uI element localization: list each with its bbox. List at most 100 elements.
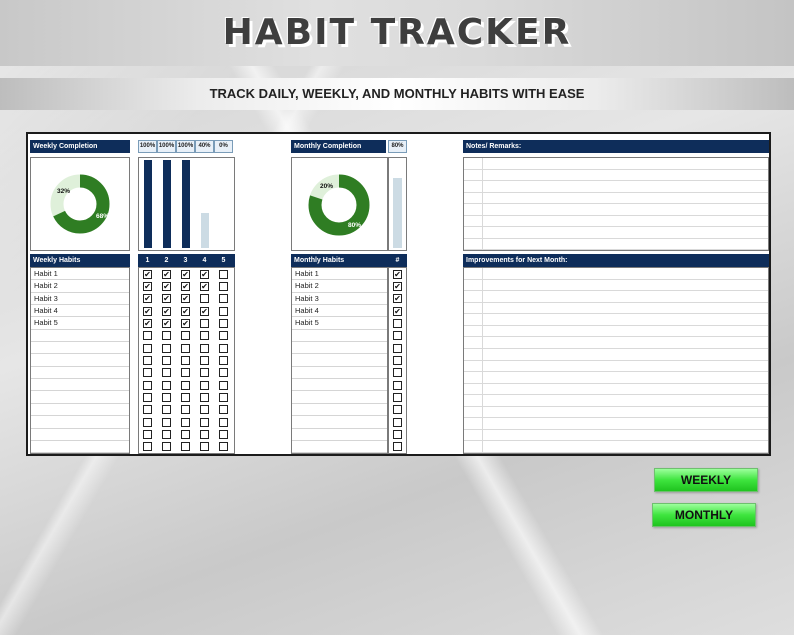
monthly-habit-row[interactable]: Habit 1 [292, 268, 387, 281]
weekly-checkbox[interactable] [219, 368, 228, 378]
weekly-checkbox[interactable] [143, 417, 152, 427]
monthly-habit-row[interactable] [292, 330, 387, 343]
weekly-checkbox[interactable] [219, 281, 228, 291]
weekly-checkbox[interactable] [181, 331, 190, 341]
monthly-habit-row[interactable] [292, 392, 387, 404]
weekly-habit-row[interactable] [31, 367, 129, 380]
weekly-checkbox[interactable]: ✔ [181, 281, 190, 291]
weekly-habit-row[interactable] [31, 416, 129, 429]
weekly-checkbox[interactable] [219, 430, 228, 440]
weekly-checkbox[interactable] [181, 343, 190, 353]
weekly-checkbox[interactable] [219, 355, 228, 365]
weekly-checkbox[interactable] [219, 343, 228, 353]
weekly-checkbox[interactable]: ✔ [143, 318, 152, 328]
monthly-checkbox[interactable] [393, 331, 402, 341]
monthly-habit-row[interactable] [292, 404, 387, 417]
weekly-checkbox[interactable] [162, 380, 171, 390]
weekly-checkbox[interactable] [200, 331, 209, 341]
weekly-habit-row[interactable]: Habit 4 [31, 305, 129, 318]
weekly-checkbox[interactable] [162, 442, 171, 452]
weekly-checkbox[interactable]: ✔ [143, 281, 152, 291]
monthly-checkbox[interactable] [393, 318, 402, 328]
weekly-checkbox[interactable]: ✔ [143, 294, 152, 304]
weekly-checkbox[interactable]: ✔ [162, 294, 171, 304]
monthly-checkbox[interactable]: ✔ [393, 294, 402, 304]
weekly-habit-row[interactable]: Habit 3 [31, 293, 129, 306]
weekly-checkbox[interactable] [162, 405, 171, 415]
monthly-checkbox[interactable] [393, 430, 402, 440]
weekly-checkbox[interactable] [181, 368, 190, 378]
weekly-checkbox[interactable]: ✔ [162, 318, 171, 328]
monthly-checkbox[interactable] [393, 417, 402, 427]
weekly-habit-row[interactable]: Habit 1 [31, 268, 129, 281]
monthly-habit-row[interactable] [292, 367, 387, 380]
weekly-checkbox[interactable]: ✔ [162, 306, 171, 316]
weekly-checkbox[interactable] [219, 393, 228, 402]
weekly-checkbox[interactable]: ✔ [181, 269, 190, 279]
weekly-checkbox[interactable]: ✔ [200, 281, 209, 291]
weekly-habit-row[interactable] [31, 429, 129, 441]
weekly-checkbox[interactable] [181, 430, 190, 440]
weekly-checkbox[interactable] [200, 430, 209, 440]
monthly-checkbox[interactable] [393, 355, 402, 365]
weekly-checkbox[interactable] [181, 393, 190, 402]
weekly-checkbox[interactable] [181, 380, 190, 390]
weekly-checkbox[interactable] [219, 405, 228, 415]
weekly-checkbox[interactable] [162, 355, 171, 365]
weekly-checkbox[interactable] [181, 417, 190, 427]
weekly-checkbox[interactable] [143, 442, 152, 452]
weekly-checkbox[interactable] [219, 318, 228, 328]
weekly-checkbox[interactable] [200, 294, 209, 304]
weekly-checkbox[interactable] [143, 393, 152, 402]
weekly-checkbox[interactable] [162, 368, 171, 378]
weekly-habit-row[interactable] [31, 330, 129, 343]
weekly-habit-row[interactable] [31, 441, 129, 454]
monthly-checkbox[interactable] [393, 343, 402, 353]
weekly-checkbox[interactable] [143, 405, 152, 415]
weekly-checkbox[interactable] [200, 380, 209, 390]
weekly-checkbox[interactable] [219, 331, 228, 341]
monthly-habit-row[interactable] [292, 342, 387, 355]
monthly-habit-row[interactable] [292, 416, 387, 429]
weekly-checkbox[interactable]: ✔ [162, 269, 171, 279]
weekly-checkbox[interactable] [200, 442, 209, 452]
monthly-habit-row[interactable] [292, 429, 387, 441]
weekly-checkbox[interactable] [200, 417, 209, 427]
monthly-button[interactable]: MONTHLY [652, 503, 756, 527]
weekly-checkbox[interactable] [200, 355, 209, 365]
weekly-checkbox[interactable] [143, 343, 152, 353]
notes-area[interactable] [463, 157, 769, 251]
weekly-checkbox[interactable] [219, 380, 228, 390]
monthly-habit-row[interactable] [292, 379, 387, 392]
weekly-checkbox[interactable]: ✔ [181, 318, 190, 328]
weekly-checkbox[interactable] [143, 331, 152, 341]
weekly-checkbox[interactable] [200, 368, 209, 378]
weekly-checkbox[interactable]: ✔ [181, 306, 190, 316]
monthly-habit-row[interactable] [292, 441, 387, 454]
weekly-checkbox[interactable] [219, 417, 228, 427]
weekly-checkbox[interactable] [219, 442, 228, 452]
monthly-checkbox[interactable] [393, 393, 402, 402]
weekly-checkbox[interactable]: ✔ [181, 294, 190, 304]
weekly-button[interactable]: WEEKLY [654, 468, 758, 492]
weekly-checkbox[interactable] [181, 355, 190, 365]
weekly-checkbox[interactable] [143, 368, 152, 378]
weekly-habit-row[interactable] [31, 342, 129, 355]
monthly-habit-row[interactable] [292, 354, 387, 367]
weekly-checkbox[interactable] [162, 393, 171, 402]
weekly-checkbox[interactable] [162, 430, 171, 440]
weekly-habit-row[interactable] [31, 392, 129, 404]
weekly-checkbox[interactable] [200, 318, 209, 328]
weekly-checkbox[interactable] [181, 442, 190, 452]
weekly-checkbox[interactable] [219, 294, 228, 304]
monthly-checkbox[interactable] [393, 380, 402, 390]
weekly-checkbox[interactable] [143, 430, 152, 440]
weekly-checkbox[interactable] [219, 306, 228, 316]
weekly-checkbox[interactable] [200, 405, 209, 415]
weekly-checkbox[interactable]: ✔ [200, 306, 209, 316]
weekly-habit-row[interactable] [31, 404, 129, 417]
monthly-checkbox[interactable]: ✔ [393, 269, 402, 279]
weekly-checkbox[interactable] [200, 343, 209, 353]
monthly-checkbox[interactable] [393, 368, 402, 378]
monthly-checkbox[interactable]: ✔ [393, 281, 402, 291]
